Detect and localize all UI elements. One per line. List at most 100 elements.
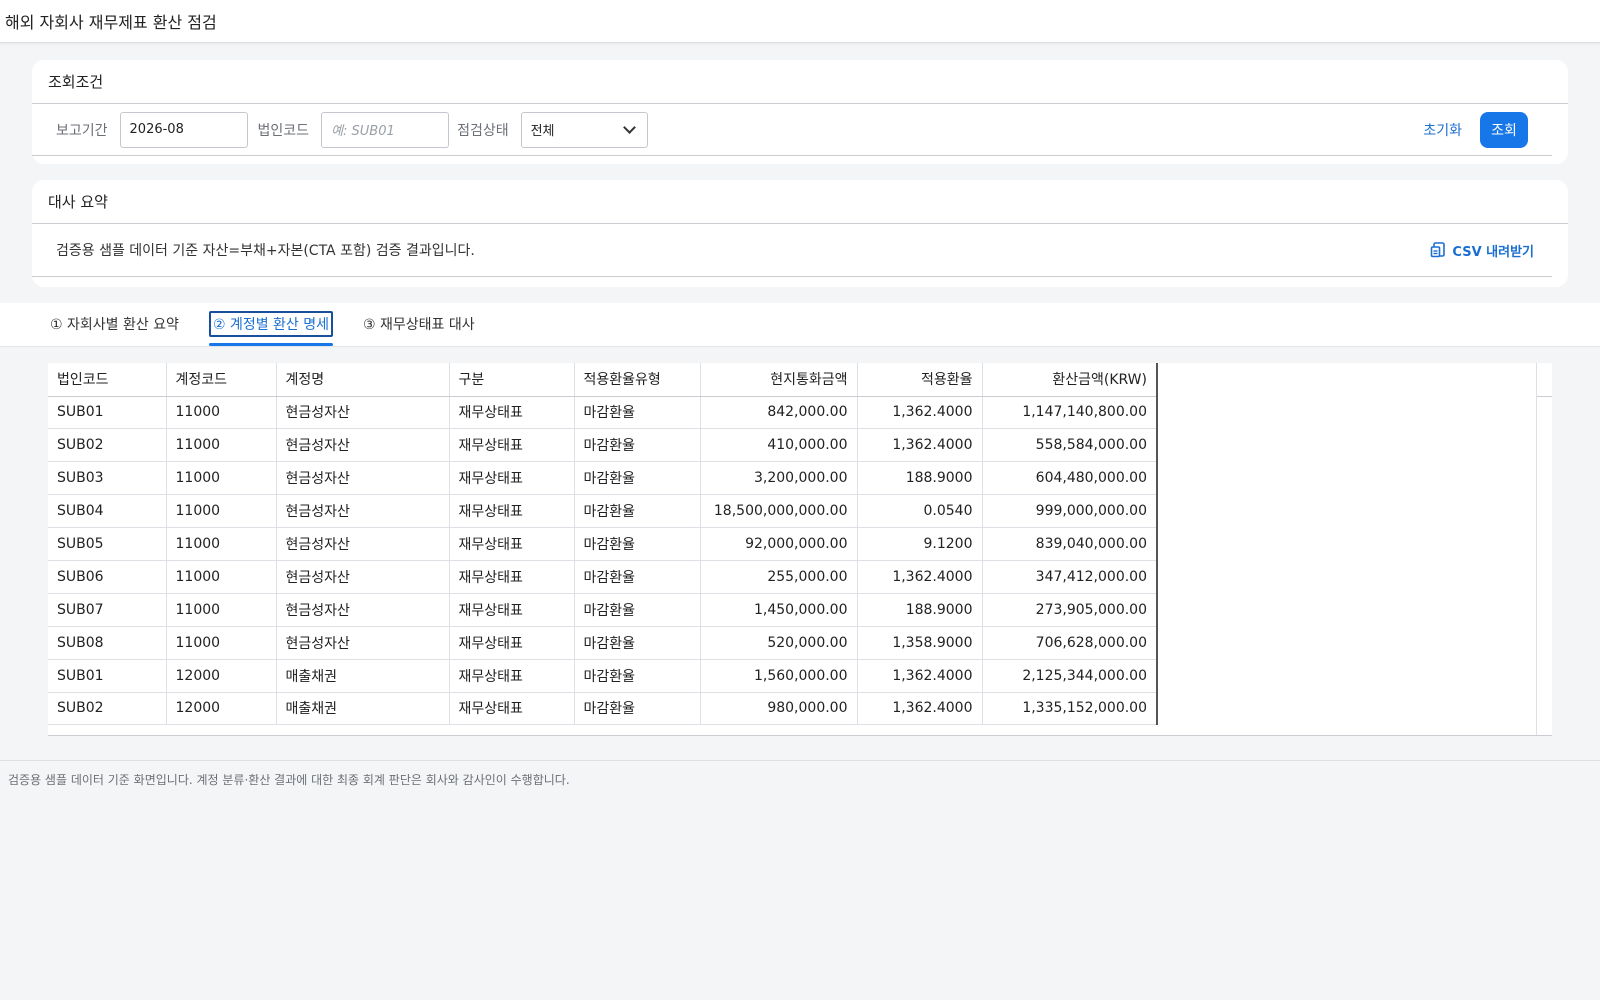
csv-download-label: CSV 내려받기 — [1452, 244, 1534, 260]
table-cell: 현금성자산 — [276, 396, 450, 430]
column-header[interactable]: 계정코드 — [166, 363, 277, 397]
table-row[interactable]: SUB01 11000 현금성자산 재무상태표 마감환율 842,000.00 1,362.… — [48, 396, 1158, 430]
table-cell: 2,125,344,000.00 — [982, 659, 1158, 693]
table-row[interactable]: SUB05 11000 현금성자산 재무상태표 마감환율 92,000,000.00 9.1… — [48, 527, 1158, 561]
table-row[interactable]: SUB02 11000 현금성자산 재무상태표 마감환율 410,000.00 1,362.… — [48, 428, 1158, 463]
status-select-value: 전체 — [530, 124, 555, 139]
tab-balance-sheet-reconciliation[interactable]: ③ 재무상태표 대사 — [363, 302, 475, 346]
table-cell: 11000 — [166, 560, 277, 594]
table-cell: 188.9000 — [857, 461, 983, 496]
table-cell: 604,480,000.00 — [982, 461, 1158, 496]
table-cell: 1,147,140,800.00 — [982, 396, 1158, 430]
column-header[interactable]: 현지통화금액 — [700, 363, 858, 397]
table-cell: 558,584,000.00 — [982, 428, 1158, 463]
table-cell: 현금성자산 — [276, 461, 450, 496]
column-header[interactable]: 적용환율 — [857, 363, 983, 397]
status-select[interactable]: 전체 — [520, 111, 648, 148]
table-cell: 980,000.00 — [700, 692, 858, 726]
table-cell: 11000 — [166, 626, 277, 660]
table-header-row: 법인코드 계정코드 계정명 구분 적용환율유형 현지통화금액 적용환율 환산금액… — [48, 363, 1158, 397]
table-row[interactable]: SUB06 11000 현금성자산 재무상태표 마감환율 255,000.00 1,362.… — [48, 560, 1158, 594]
table-cell: 11000 — [166, 593, 277, 627]
download-file-icon — [1431, 242, 1446, 258]
table-cell: 12000 — [166, 659, 277, 693]
table-cell: 9.1200 — [857, 527, 983, 561]
table-cell: 255,000.00 — [700, 560, 858, 594]
conditions-row: 보고기간 2026-08 법인코드 예: SUB01 점검상태 전체 초기화 조… — [32, 104, 1552, 156]
table-row[interactable]: SUB08 11000 현금성자산 재무상태표 마감환율 520,000.00 1,358.… — [48, 626, 1158, 660]
tab-label: ③ 재무상태표 대사 — [363, 317, 475, 333]
table-cell: 0.0540 — [857, 494, 983, 529]
table-cell: 현금성자산 — [276, 428, 450, 463]
table-cell: 12000 — [166, 692, 277, 726]
tab-label: ① 자회사별 환산 요약 — [50, 317, 179, 333]
summary-row: 검증용 샘플 데이터 기준 자산=부채+자본(CTA 포함) 검증 결과입니다.… — [32, 224, 1552, 277]
table-row[interactable]: SUB07 11000 현금성자산 재무상태표 마감환율 1,450,000.00 188.… — [48, 593, 1158, 627]
conditions-title: 조회조건 — [32, 60, 1568, 104]
page-title: 해외 자회사 재무제표 환산 점검 — [5, 13, 217, 32]
table-cell: 마감환율 — [574, 461, 701, 496]
table-cell: 520,000.00 — [700, 626, 858, 660]
corp-code-input[interactable]: 예: SUB01 — [321, 111, 450, 148]
table-cell: 재무상태표 — [449, 692, 575, 726]
table-cell: 842,000.00 — [700, 396, 858, 430]
table-cell: 11000 — [166, 461, 277, 496]
table-row[interactable]: SUB03 11000 현금성자산 재무상태표 마감환율 3,200,000.00 188.… — [48, 461, 1158, 496]
table-cell: SUB06 — [48, 560, 167, 594]
table-row[interactable]: SUB04 11000 현금성자산 재무상태표 마감환율 18,500,000,000.0… — [48, 494, 1158, 529]
reset-button[interactable]: 초기화 — [1423, 120, 1462, 140]
table-cell: 3,200,000.00 — [700, 461, 858, 496]
table-cell: 마감환율 — [574, 396, 701, 430]
table-cell: 1,362.4000 — [857, 692, 983, 726]
table-cell: 마감환율 — [574, 659, 701, 693]
tab-subsidiary-summary[interactable]: ① 자회사별 환산 요약 — [50, 302, 179, 346]
table-row[interactable]: SUB02 12000 매출채권 재무상태표 마감환율 980,000.00 1,362.4… — [48, 692, 1158, 726]
search-conditions-panel: 조회조건 보고기간 2026-08 법인코드 예: SUB01 점검상태 전체 … — [32, 60, 1568, 164]
table-cell: 1,362.4000 — [857, 560, 983, 594]
table-cell: 재무상태표 — [449, 659, 575, 693]
table-cell: 마감환율 — [574, 626, 701, 660]
account-detail-table-container: 법인코드 계정코드 계정명 구분 적용환율유형 현지통화금액 적용환율 환산금액… — [48, 363, 1552, 736]
table-cell: 1,358.9000 — [857, 626, 983, 660]
table-cell: 마감환율 — [574, 494, 701, 529]
table-cell: 1,335,152,000.00 — [982, 692, 1158, 726]
table-cell: 마감환율 — [574, 428, 701, 463]
table-cell: 410,000.00 — [700, 428, 858, 463]
table-cell: SUB04 — [48, 494, 167, 529]
table-row[interactable]: SUB01 12000 매출채권 재무상태표 마감환율 1,560,000.00 1,362… — [48, 659, 1158, 693]
summary-title: 대사 요약 — [32, 180, 1568, 224]
footer-note: 검증용 샘플 데이터 기준 화면입니다. 계정 분류·환산 결과에 대한 최종 … — [0, 760, 1600, 798]
table-cell: 11000 — [166, 396, 277, 430]
table-scrollbar-area — [1536, 363, 1552, 735]
table-cell: 1,362.4000 — [857, 659, 983, 693]
table-cell: SUB03 — [48, 461, 167, 496]
column-header[interactable]: 계정명 — [276, 363, 450, 397]
summary-text: 검증용 샘플 데이터 기준 자산=부채+자본(CTA 포함) 검증 결과입니다. — [56, 243, 475, 259]
tab-account-detail[interactable]: ② 계정별 환산 명세 — [208, 302, 334, 346]
table-cell: 마감환율 — [574, 527, 701, 561]
table-cell: 재무상태표 — [449, 593, 575, 627]
column-header[interactable]: 적용환율유형 — [574, 363, 701, 397]
table-cell: 11000 — [166, 527, 277, 561]
table-cell: SUB01 — [48, 396, 167, 430]
table-cell: 92,000,000.00 — [700, 527, 858, 561]
table-cell: SUB05 — [48, 527, 167, 561]
table-cell: 현금성자산 — [276, 560, 450, 594]
table-cell: 재무상태표 — [449, 396, 575, 430]
table-cell: 현금성자산 — [276, 626, 450, 660]
column-header[interactable]: 구분 — [449, 363, 575, 397]
reconciliation-summary-panel: 대사 요약 검증용 샘플 데이터 기준 자산=부채+자본(CTA 포함) 검증 … — [32, 180, 1568, 287]
table-cell: 18,500,000,000.00 — [700, 494, 858, 529]
table-cell: 현금성자산 — [276, 593, 450, 627]
period-input[interactable]: 2026-08 — [119, 111, 248, 148]
table-cell: 706,628,000.00 — [982, 626, 1158, 660]
column-header[interactable]: 환산금액(KRW) — [982, 363, 1158, 397]
table-cell: 현금성자산 — [276, 527, 450, 561]
tab-label: ② 계정별 환산 명세 — [208, 311, 334, 337]
account-detail-table: 법인코드 계정코드 계정명 구분 적용환율유형 현지통화금액 적용환율 환산금액… — [48, 363, 1158, 726]
csv-download-button[interactable]: CSV 내려받기 — [1430, 241, 1534, 260]
column-header[interactable]: 법인코드 — [48, 363, 167, 397]
table-cell: 839,040,000.00 — [982, 527, 1158, 561]
table-cell: 재무상태표 — [449, 626, 575, 660]
search-button[interactable]: 조회 — [1480, 111, 1528, 148]
